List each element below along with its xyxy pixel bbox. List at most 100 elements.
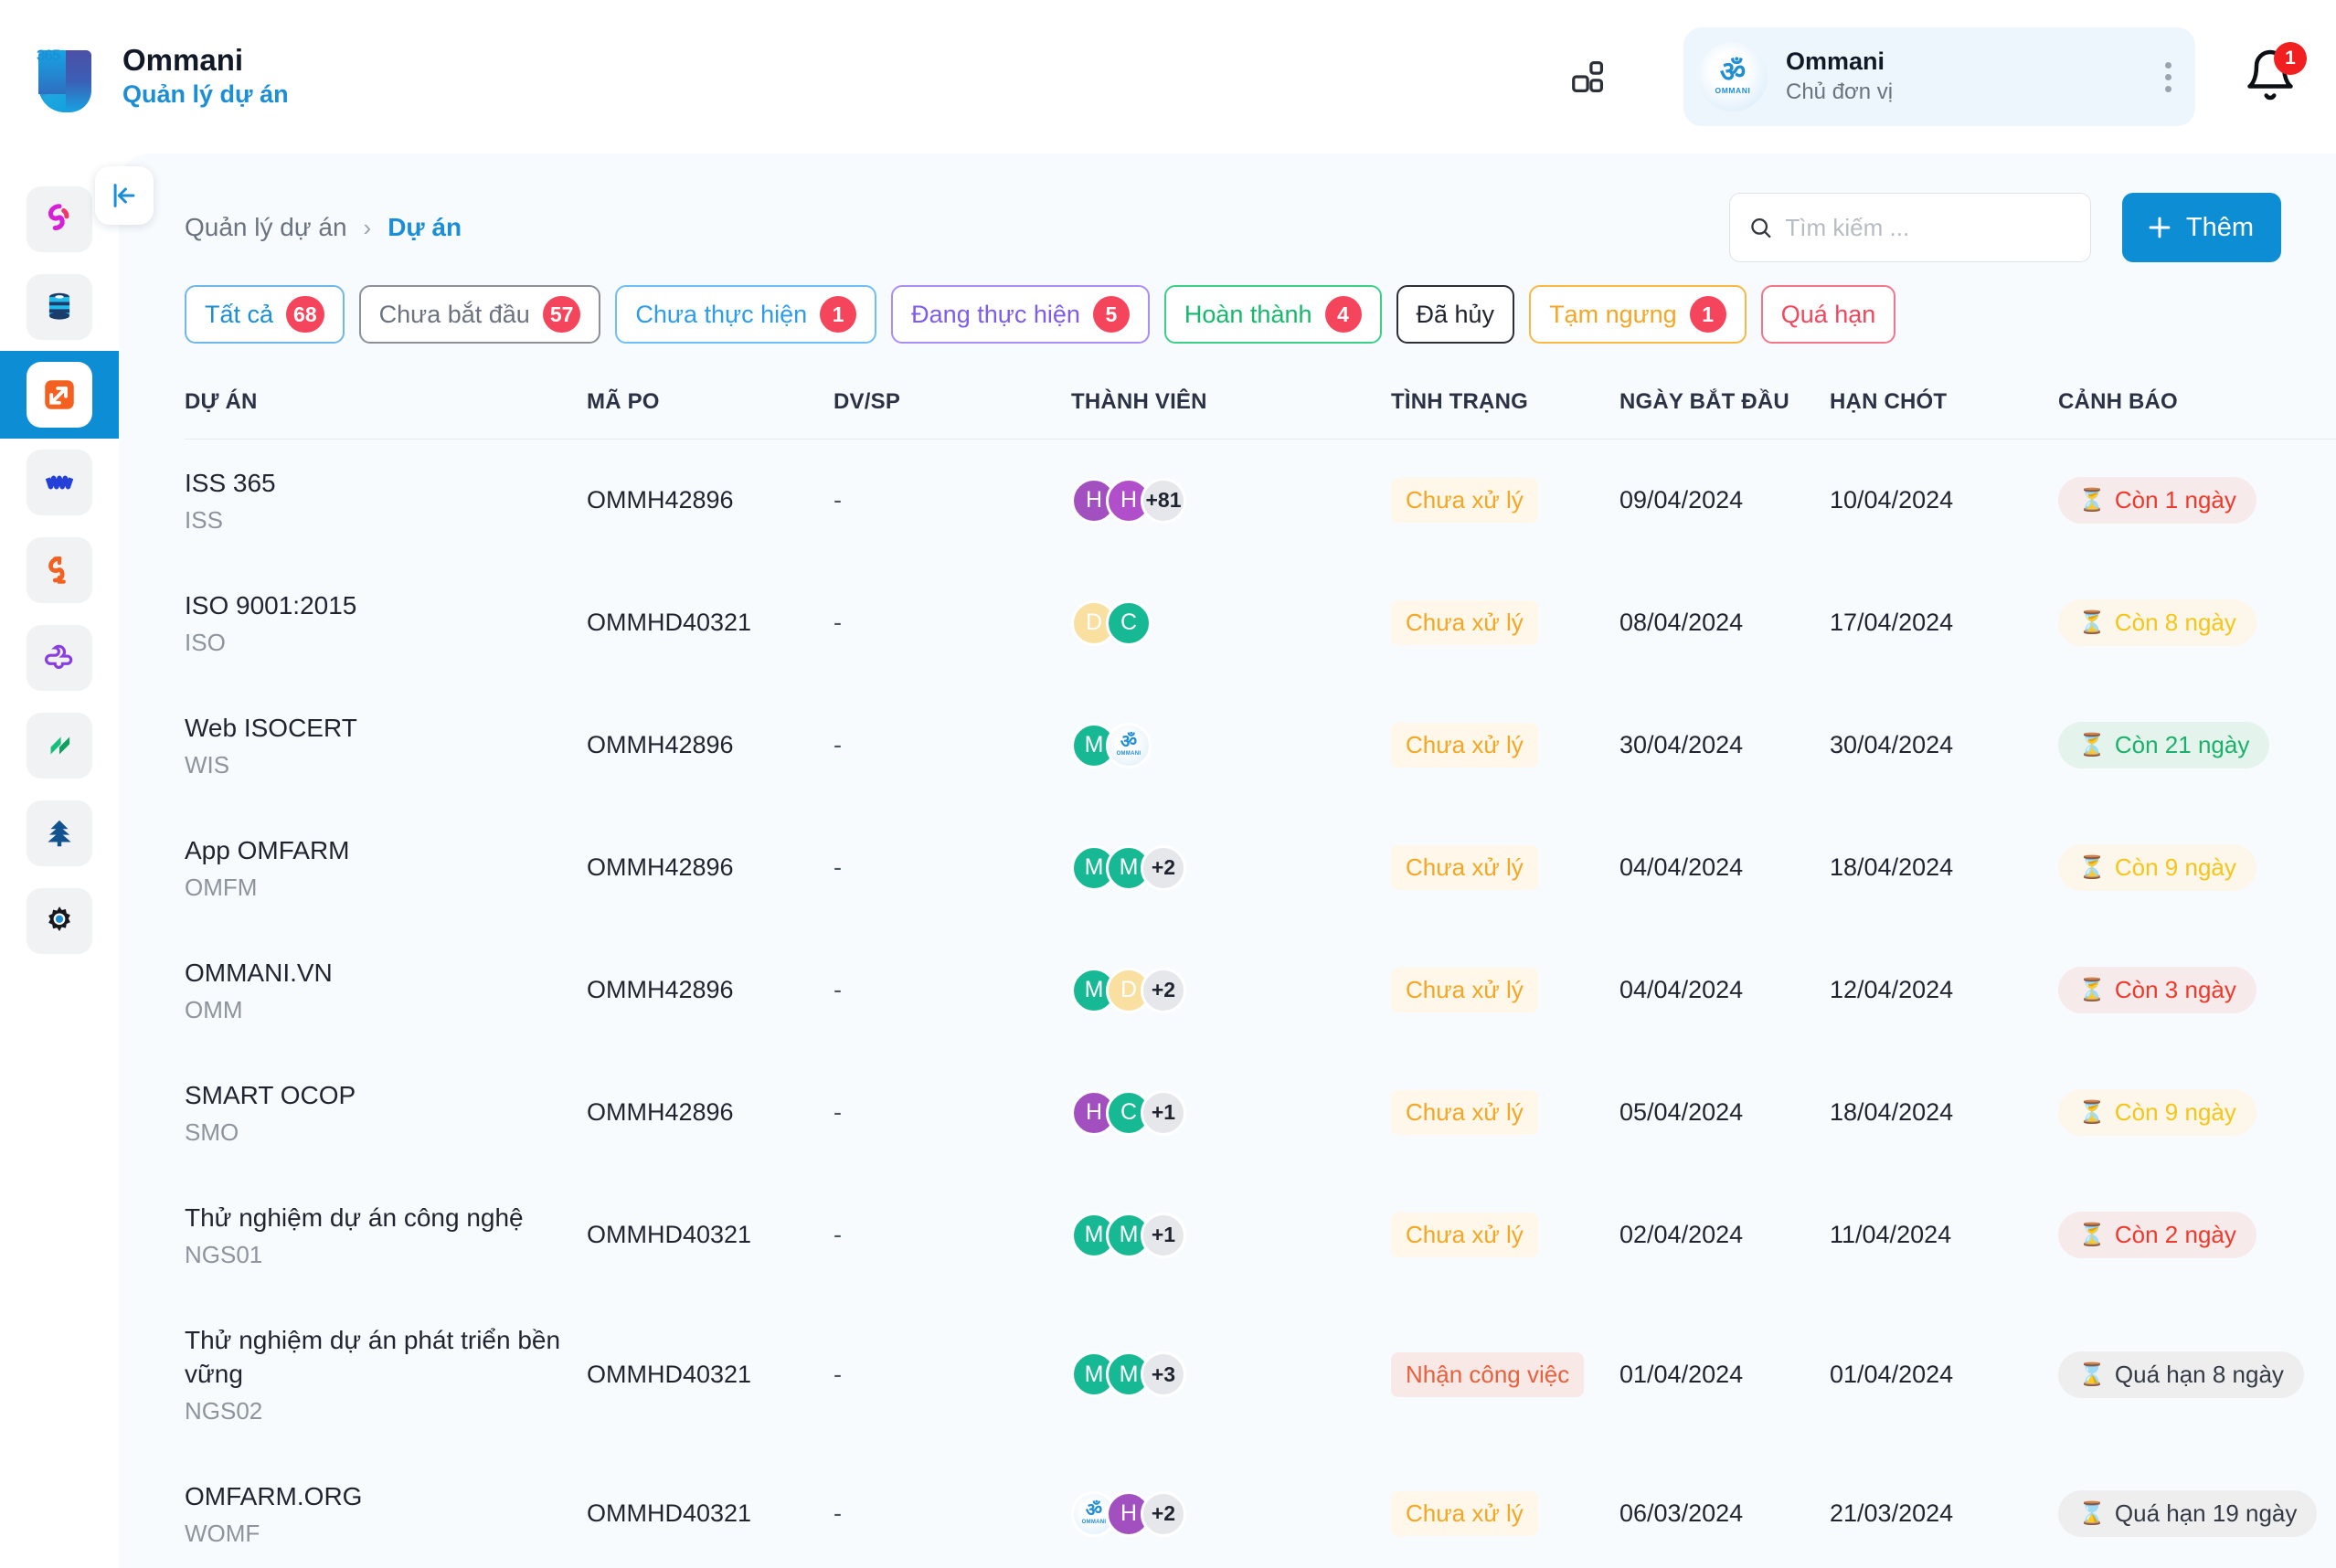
warning-badge: ⏳ Còn 9 ngày xyxy=(2058,1089,2256,1137)
column-header-2: DV/SP xyxy=(834,366,1071,440)
search-box[interactable] xyxy=(1728,193,2091,262)
brand[interactable]: 365 Ommani Quản lý dự án xyxy=(33,37,289,116)
project-code: OMM xyxy=(185,995,243,1023)
avatar-group: DC xyxy=(1071,599,1391,646)
filter-chip-7[interactable]: Quá hạn xyxy=(1760,285,1896,344)
search-input[interactable] xyxy=(1785,213,2072,242)
cell-po: OMMH42896 xyxy=(587,976,734,1004)
filter-chip-0[interactable]: Tất cả 68 xyxy=(185,285,345,344)
avatar-group: M ॐ OMMANI xyxy=(1071,722,1391,768)
status-badge: Chưa xử lý xyxy=(1391,723,1538,768)
project-code: WOMF xyxy=(185,1519,260,1547)
more-vertical-icon[interactable] xyxy=(2165,61,2181,92)
table-row[interactable]: ISO 9001:2015 ISO OMMHD40321 - D C Chưa xử lý 0… xyxy=(185,562,2336,684)
om-label: OMMANI xyxy=(1715,85,1751,95)
hourglass-icon: ⏳ xyxy=(2078,733,2106,758)
cell-warning: ⏳ Còn 1 ngày xyxy=(2058,440,2336,562)
table-row[interactable]: App OMFARM OMFM OMMH42896 - M M +2 Chưa xử lý 04… xyxy=(185,807,2336,929)
cell-project: OMFARM.ORG WOMF xyxy=(185,1453,587,1568)
avatar: C xyxy=(1106,599,1152,646)
chevron-right-icon: › xyxy=(363,213,372,241)
collapse-sidebar-button[interactable] xyxy=(95,166,154,225)
cell-start-date: 09/04/2024 xyxy=(1619,486,1744,514)
warning-badge: ⏳ Còn 1 ngày xyxy=(2058,477,2256,524)
sidebar-item-tree[interactable] xyxy=(0,789,119,877)
warning-label: Còn 9 ngày xyxy=(2114,853,2236,882)
filter-chip-count: 68 xyxy=(286,296,324,333)
sidebar-item-layers[interactable] xyxy=(0,702,119,789)
filter-chip-label: Đang thực hiện xyxy=(911,300,1080,328)
cell-due-date: 11/04/2024 xyxy=(1830,1221,1952,1249)
warning-badge: ⏳ Còn 9 ngày xyxy=(2058,844,2256,892)
table-row[interactable]: Thử nghiệm dự án công nghệ NGS01 OMMHD4032… xyxy=(185,1174,2336,1297)
filter-chip-5[interactable]: Đã hủy xyxy=(1396,285,1515,344)
avatar-group: H C +1 xyxy=(1071,1089,1391,1136)
apps-grid-icon[interactable] xyxy=(1561,48,1618,105)
filter-chip-3[interactable]: Đang thực hiện 5 xyxy=(891,285,1150,344)
cell-start-date: 05/04/2024 xyxy=(1619,1098,1744,1127)
warning-label: Còn 1 ngày xyxy=(2114,486,2236,514)
project-code: WIS xyxy=(185,750,230,779)
project-code: SMO xyxy=(185,1118,239,1146)
column-header-0: DỰ ÁN xyxy=(185,366,587,440)
column-header-4: TÌNH TRẠNG xyxy=(1391,366,1619,440)
cell-warning: ⏳ Còn 2 ngày xyxy=(2058,1174,2336,1297)
cell-po: OMMH42896 xyxy=(587,853,734,882)
org-switcher[interactable]: ॐ OMMANI Ommani Chủ đơn vị xyxy=(1683,27,2195,126)
table-row[interactable]: Web ISOCERT WIS OMMH42896 - M ॐ OMMANI Chưa xử … xyxy=(185,684,2336,807)
table-row[interactable]: ISS 365 ISS OMMH42896 - H H +81 Chưa xử lý 09/04… xyxy=(185,440,2336,562)
cell-start-date: 08/04/2024 xyxy=(1619,609,1744,637)
project-name: Thử nghiệm dự án phát triển bền vững xyxy=(185,1325,561,1388)
cell-start-date: 04/04/2024 xyxy=(1619,853,1744,882)
hourglass-done-icon: ⌛ xyxy=(2078,1361,2106,1387)
logo-number: 365 xyxy=(37,47,60,64)
cell-warning: ⏳ Còn 3 ngày xyxy=(2058,929,2336,1052)
cell-due-date: 17/04/2024 xyxy=(1830,609,1954,637)
cell-members: H C +1 xyxy=(1071,1052,1391,1174)
org-role: Chủ đơn vị xyxy=(1786,79,1894,105)
cell-project: SMART OCOP SMO xyxy=(185,1052,587,1174)
status-badge: Chưa xử lý xyxy=(1391,600,1538,646)
column-header-7: CẢNH BÁO xyxy=(2058,366,2336,440)
sidebar-item-projects[interactable] xyxy=(0,351,119,439)
warning-label: Quá hạn 19 ngày xyxy=(2114,1499,2298,1528)
cell-warning: ⌛ Quá hạn 8 ngày xyxy=(2058,1297,2336,1453)
projects-table: DỰ ÁN MÃ PO DV/SP THÀNH VIÊN TÌNH TRẠNG NGÀY … xyxy=(185,366,2336,1568)
status-badge: Chưa xử lý xyxy=(1391,478,1538,524)
cell-due-date: 12/04/2024 xyxy=(1830,976,1954,1004)
database-icon xyxy=(48,292,70,320)
hourglass-icon: ⏳ xyxy=(2078,978,2106,1003)
cell-due-date: 18/04/2024 xyxy=(1830,1098,1954,1127)
cell-members: M D +2 xyxy=(1071,929,1391,1052)
breadcrumb-parent[interactable]: Quản lý dự án xyxy=(185,213,347,242)
breadcrumb-current[interactable]: Dự án xyxy=(388,213,462,242)
table-row[interactable]: SMART OCOP SMO OMMH42896 - H C +1 Chưa xử lý 05/… xyxy=(185,1052,2336,1174)
notification-button[interactable]: 1 xyxy=(2243,42,2307,106)
table-row[interactable]: OMFARM.ORG WOMF OMMHD40321 - ॐ OMMANI H +2 Chưa … xyxy=(185,1453,2336,1568)
table-row[interactable]: Thử nghiệm dự án phát triển bền vững NGS0… xyxy=(185,1297,2336,1453)
status-badge: Chưa xử lý xyxy=(1391,968,1538,1013)
avatar-overflow-count: +1 xyxy=(1141,1212,1186,1258)
project-name: App OMFARM xyxy=(185,835,350,864)
sidebar-item-plus-flower[interactable] xyxy=(0,614,119,702)
avatar-ommani-icon: ॐ OMMANI xyxy=(1106,722,1152,768)
filter-chip-4[interactable]: Hoàn thành 4 xyxy=(1163,285,1382,344)
filter-chip-2[interactable]: Chưa thực hiện 1 xyxy=(615,285,877,344)
org-avatar: ॐ OMMANI xyxy=(1698,42,1768,111)
cell-members: M M +2 xyxy=(1071,807,1391,929)
table-row[interactable]: OMMANI.VN OMM OMMH42896 - M D +2 Chưa xử lý 04/0… xyxy=(185,929,2336,1052)
cell-members: M M +1 xyxy=(1071,1174,1391,1297)
sidebar-item-loop[interactable] xyxy=(0,526,119,614)
cell-status: Chưa xử lý xyxy=(1391,562,1619,684)
warning-label: Còn 9 ngày xyxy=(2114,1098,2236,1127)
cell-members: H H +81 xyxy=(1071,440,1391,562)
table-body: ISS 365 ISS OMMH42896- H H +81 Chưa xử lý 09/04… xyxy=(185,440,2336,1568)
notification-count: 1 xyxy=(2274,42,2307,75)
add-button[interactable]: Thêm xyxy=(2121,193,2281,262)
cell-start-date: 04/04/2024 xyxy=(1619,976,1744,1004)
filter-chip-1[interactable]: Chưa bắt đầu 57 xyxy=(358,285,601,344)
sidebar-item-database[interactable] xyxy=(0,263,119,351)
sidebar-item-workflow[interactable] xyxy=(0,439,119,526)
sidebar-item-settings[interactable] xyxy=(0,877,119,965)
filter-chip-6[interactable]: Tạm ngưng 1 xyxy=(1529,285,1747,344)
